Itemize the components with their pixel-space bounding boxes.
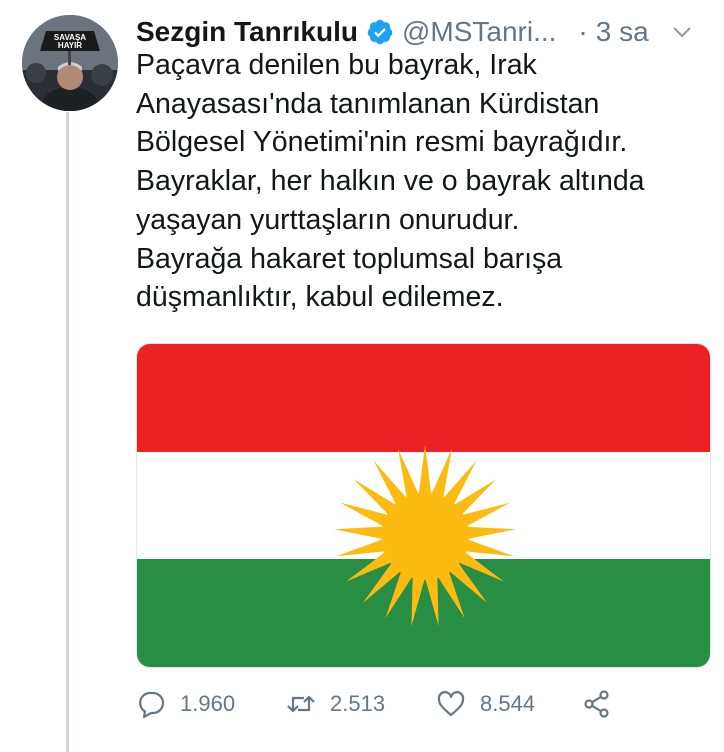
reply-count: 1.960 (180, 691, 236, 716)
retweet-icon (286, 689, 316, 719)
tweet-actions: 1.960 2.513 8.544 (136, 684, 636, 724)
like-count: 8.544 (480, 691, 536, 716)
author-handle[interactable]: @MSTanri... (402, 16, 556, 48)
reply-icon (136, 689, 166, 719)
reply-button[interactable]: 1.960 (136, 684, 235, 724)
share-icon (582, 689, 612, 719)
chevron-down-icon[interactable] (671, 21, 693, 43)
tweet-text-line: Bayraklar, her halkın ve o bayrak altınd… (136, 165, 645, 198)
tweet-text-line: Bölgesel Yönetimi'nin resmi bayrağıdır. (136, 126, 628, 159)
avatar[interactable]: SAVAŞA HAYIR (22, 15, 118, 111)
tweet[interactable]: SAVAŞA HAYIR Sezgin Tanrıkulu @MSTanri..… (0, 0, 724, 752)
like-button[interactable]: 8.544 (436, 684, 535, 724)
share-button[interactable] (582, 684, 612, 724)
timestamp[interactable]: 3 sa (596, 16, 649, 48)
separator: · (578, 16, 588, 47)
tweet-text-line: yaşayan yurttaşların onurudur. (136, 203, 520, 236)
tweet-media-flag-image[interactable] (136, 343, 711, 668)
flag-sun-emblem (334, 444, 516, 627)
verified-badge-icon (366, 18, 394, 46)
retweet-count: 2.513 (330, 691, 386, 716)
tweet-text-line: Paçavra denilen bu bayrak, Irak (136, 49, 537, 81)
retweet-button[interactable]: 2.513 (286, 684, 385, 724)
thread-line (66, 112, 69, 752)
avatar-sign-line-2: HAYIR (58, 41, 82, 50)
heart-icon (436, 689, 466, 719)
tweet-text: Paçavra denilen bu bayrak, Irak Anayasas… (136, 46, 716, 317)
flag-red-band (137, 344, 710, 452)
tweet-text-line: düşmanlıktır, kabul edilemez. (136, 281, 504, 314)
author-name[interactable]: Sezgin Tanrıkulu (136, 16, 358, 48)
tweet-text-line: Anayasası'nda tanımlanan Kürdistan (136, 87, 600, 120)
tweet-text-line: Bayrağa hakaret toplumsal barışa (136, 242, 563, 275)
